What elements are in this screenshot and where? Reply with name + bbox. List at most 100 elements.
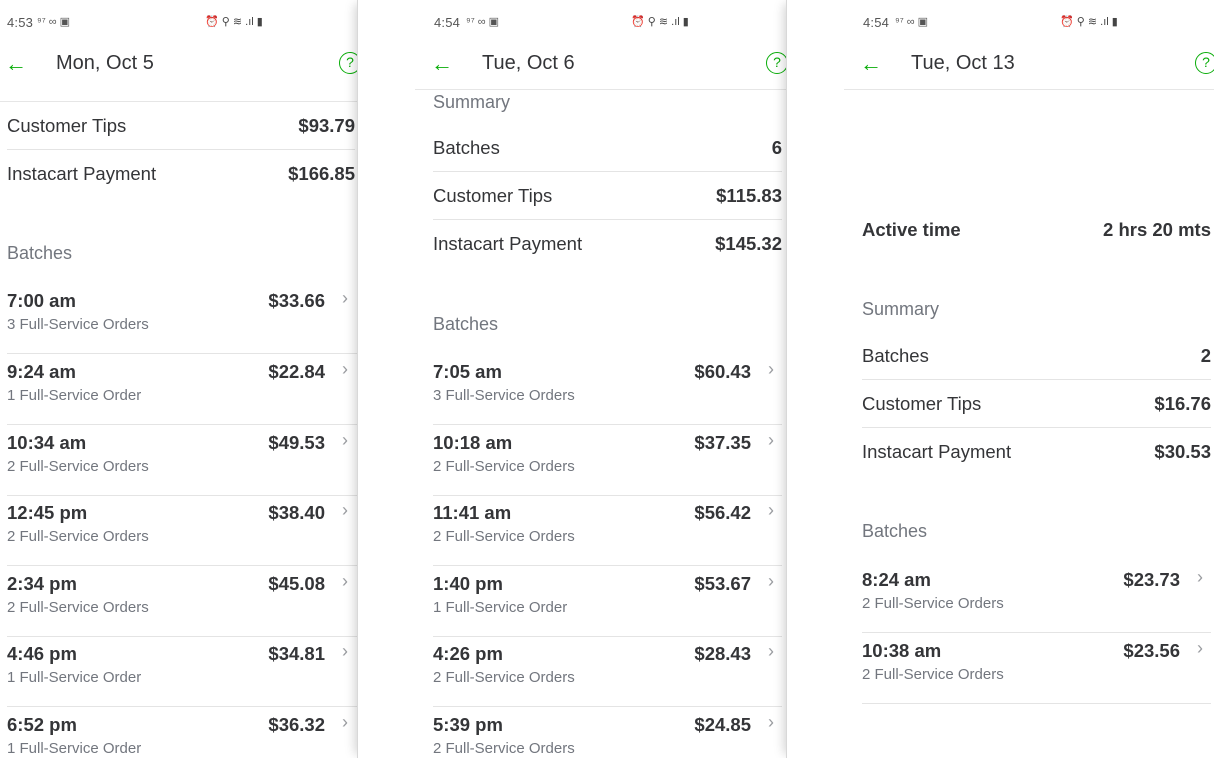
batch-row[interactable]: 4:46 pm 1 Full-Service Order $34.81 ›: [7, 636, 357, 707]
back-arrow-icon[interactable]: ←: [431, 50, 453, 78]
summary-row-customer-tips: Customer Tips $93.79: [7, 102, 355, 150]
status-bar: 4:54 ⁹⁷ ∞ ▣ ⏰ ⚲ ≋ .ıl ▮: [434, 13, 774, 33]
batch-row[interactable]: 12:45 pm 2 Full-Service Orders $38.40 ›: [7, 495, 357, 566]
batch-time: 7:00 am: [7, 290, 76, 311]
help-question-icon[interactable]: ?: [339, 52, 357, 74]
summary-label: Customer Tips: [7, 115, 127, 136]
back-arrow-icon[interactable]: ←: [5, 50, 27, 78]
batch-amount: $23.56: [1123, 640, 1180, 661]
batch-amount: $24.85: [694, 714, 751, 735]
batch-row[interactable]: 7:00 am 3 Full-Service Orders $33.66 ›: [7, 283, 357, 354]
app-bar: ← Mon, Oct 5 ?: [0, 50, 357, 80]
chevron-right-icon: ›: [768, 500, 774, 520]
batch-orders: 2 Full-Service Orders: [433, 740, 575, 757]
batch-amount: $22.84: [268, 361, 325, 382]
system-status-icons: ⏰ ⚲ ≋ .ıl ▮: [631, 16, 689, 28]
summary-label: Instacart Payment: [433, 233, 583, 254]
batch-time: 8:24 am: [862, 569, 931, 590]
summary-row-customer-tips: Customer Tips $16.76: [862, 380, 1211, 428]
batch-row[interactable]: 5:39 pm 2 Full-Service Orders $24.85 ›: [433, 707, 782, 758]
chevron-right-icon: ›: [768, 641, 774, 661]
app-bar: ← Tue, Oct 13 ?: [787, 50, 1214, 80]
batch-row[interactable]: 9:24 am 1 Full-Service Order $22.84 ›: [7, 354, 357, 425]
summary-value: $145.32: [715, 233, 782, 254]
batch-orders: 1 Full-Service Order: [7, 740, 142, 757]
page-title: Tue, Oct 13: [911, 52, 1015, 74]
summary-value: $16.76: [1154, 393, 1211, 414]
batch-row[interactable]: 2:34 pm 2 Full-Service Orders $45.08 ›: [7, 566, 357, 637]
batch-time: 1:40 pm: [433, 573, 503, 594]
summary-heading: Summary: [862, 299, 940, 319]
summary-row-batches: Batches 2: [862, 332, 1211, 380]
batch-amount: $49.53: [268, 432, 325, 453]
chevron-right-icon: ›: [768, 712, 774, 732]
batch-amount: $34.81: [268, 643, 325, 664]
summary-row-instacart-payment: Instacart Payment $166.85: [7, 150, 355, 198]
batch-amount: $23.73: [1123, 569, 1180, 590]
earnings-screen-oct-6: 4:54 ⁹⁷ ∞ ▣ ⏰ ⚲ ≋ .ıl ▮ ← Tue, Oct 6 ? S…: [357, 0, 786, 758]
page-title: Tue, Oct 6: [482, 52, 575, 74]
summary-row-instacart-payment: Instacart Payment $145.32: [433, 220, 782, 268]
batch-row[interactable]: 7:05 am 3 Full-Service Orders $60.43 ›: [433, 354, 782, 425]
batch-orders: 2 Full-Service Orders: [7, 458, 149, 475]
notification-icons: ⁹⁷ ∞ ▣: [895, 16, 929, 28]
status-bar: 4:53 ⁹⁷ ∞ ▣ ⏰ ⚲ ≋ .ıl ▮: [7, 13, 347, 33]
batch-time: 10:38 am: [862, 640, 942, 661]
batch-orders: 1 Full-Service Order: [7, 669, 142, 686]
summary-value: $30.53: [1154, 441, 1211, 462]
summary-row-instacart-payment: Instacart Payment $30.53: [862, 428, 1211, 476]
batch-orders: 2 Full-Service Orders: [433, 528, 575, 545]
active-time-row: Active time 2 hrs 20 mts: [862, 206, 1211, 254]
summary-label: Instacart Payment: [7, 163, 157, 184]
header-divider: [844, 89, 1214, 90]
batch-time: 2:34 pm: [7, 573, 77, 594]
batch-row[interactable]: 4:26 pm 2 Full-Service Orders $28.43 ›: [433, 636, 782, 707]
chevron-right-icon: ›: [768, 571, 774, 591]
summary-row-batches: Batches 6: [433, 124, 782, 172]
chevron-right-icon: ›: [768, 430, 774, 450]
batch-amount: $38.40: [268, 502, 325, 523]
summary-value: $166.85: [288, 163, 355, 184]
system-status-icons: ⏰ ⚲ ≋ .ıl ▮: [205, 16, 263, 28]
batch-orders: 2 Full-Service Orders: [433, 458, 575, 475]
batch-orders: 2 Full-Service Orders: [7, 528, 149, 545]
summary-label: Customer Tips: [862, 393, 982, 414]
batch-row[interactable]: 10:34 am 2 Full-Service Orders $49.53 ›: [7, 425, 357, 496]
page-title: Mon, Oct 5: [56, 52, 154, 74]
batch-row[interactable]: 11:41 am 2 Full-Service Orders $56.42 ›: [433, 495, 782, 566]
batch-row[interactable]: 6:52 pm 1 Full-Service Order $36.32 ›: [7, 707, 357, 758]
batch-amount: $60.43: [694, 361, 751, 382]
earnings-screen-oct-5: 4:53 ⁹⁷ ∞ ▣ ⏰ ⚲ ≋ .ıl ▮ ← Mon, Oct 5 ? C…: [0, 0, 357, 758]
status-bar: 4:54 ⁹⁷ ∞ ▣ ⏰ ⚲ ≋ .ıl ▮: [863, 13, 1203, 33]
batch-orders: 2 Full-Service Orders: [433, 669, 575, 686]
batch-time: 6:52 pm: [7, 714, 77, 735]
batch-amount: $53.67: [694, 573, 751, 594]
help-question-icon[interactable]: ?: [766, 52, 786, 74]
batch-row[interactable]: 1:40 pm 1 Full-Service Order $53.67 ›: [433, 566, 782, 637]
batches-heading: Batches: [7, 243, 73, 263]
summary-heading: Summary: [433, 92, 511, 112]
earnings-screen-oct-13: 4:54 ⁹⁷ ∞ ▣ ⏰ ⚲ ≋ .ıl ▮ ← Tue, Oct 13 ? …: [786, 0, 1214, 758]
chevron-right-icon: ›: [342, 571, 348, 591]
batch-amount: $33.66: [268, 290, 325, 311]
active-time-label: Active time: [862, 219, 961, 240]
app-bar: ← Tue, Oct 6 ?: [358, 50, 786, 80]
batch-amount: $45.08: [268, 573, 325, 594]
batch-row[interactable]: 10:38 am 2 Full-Service Orders $23.56 ›: [862, 633, 1211, 704]
batch-row[interactable]: 8:24 am 2 Full-Service Orders $23.73 ›: [862, 562, 1211, 633]
summary-value: 2: [1200, 345, 1211, 366]
batch-amount: $28.43: [694, 643, 751, 664]
batch-amount: $37.35: [694, 432, 751, 453]
summary-label: Batches: [862, 345, 929, 366]
batch-time: 4:26 pm: [433, 643, 503, 664]
back-arrow-icon[interactable]: ←: [860, 50, 882, 78]
chevron-right-icon: ›: [342, 500, 348, 520]
summary-value: $115.83: [716, 185, 782, 206]
summary-label: Instacart Payment: [862, 441, 1012, 462]
status-time: 4:53: [7, 15, 34, 30]
batch-orders: 3 Full-Service Orders: [7, 316, 149, 333]
chevron-right-icon: ›: [342, 359, 348, 379]
batch-orders: 3 Full-Service Orders: [433, 387, 575, 404]
batch-row[interactable]: 10:18 am 2 Full-Service Orders $37.35 ›: [433, 425, 782, 496]
help-question-icon[interactable]: ?: [1195, 52, 1214, 74]
